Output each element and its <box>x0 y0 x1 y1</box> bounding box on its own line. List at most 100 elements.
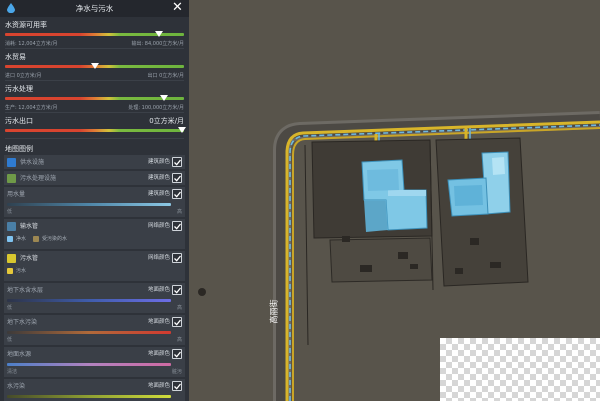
legend-mode: 建筑颜色 <box>147 175 170 181</box>
debris <box>410 264 418 269</box>
legend-swatch <box>7 158 16 167</box>
legend-row-water-facility[interactable]: 供水设施 建筑颜色 <box>4 155 185 169</box>
legend-gradient <box>7 203 171 206</box>
debris <box>455 268 463 274</box>
checkmark-icon <box>174 159 181 166</box>
water-drop-icon <box>7 3 15 13</box>
close-icon[interactable]: ✕ <box>171 1 184 15</box>
metric-marker <box>178 127 187 133</box>
metric-marker <box>90 63 99 69</box>
checkmark-icon <box>174 255 181 262</box>
metric-bar <box>5 31 184 37</box>
checkmark-icon <box>174 191 181 198</box>
legend-gradient <box>7 363 171 366</box>
legend-checkbox[interactable] <box>172 189 182 199</box>
legend-swatch <box>7 174 16 183</box>
legend-row-groundwater-pollution[interactable]: 地下水污染 地面颜色 低 高 <box>4 315 185 345</box>
legend-checkbox[interactable] <box>172 253 182 263</box>
legend-checkbox[interactable] <box>172 285 182 295</box>
legend-label: 地面水源 <box>7 351 32 358</box>
metric-sewage-export: 污水出口 0立方米/月 <box>5 113 187 139</box>
legend-label: 污水管 <box>20 255 39 262</box>
legend-mode: 建筑颜色 <box>147 191 170 197</box>
legend-swatch <box>7 254 16 263</box>
legend-title: 地图图例 <box>5 145 33 153</box>
legend-gradient <box>7 299 171 302</box>
metric-right-sub: 输出: 84,000立方米/月 <box>131 41 184 47</box>
metric-water-availability: 水资源可用率 消耗: 12,004立方米/月 输出: 84,000立方米/月 <box>5 17 184 49</box>
checkmark-icon <box>174 319 181 326</box>
metric-marker <box>154 31 163 37</box>
lot-left-back <box>329 237 433 283</box>
legend-low: 低 <box>7 305 13 311</box>
legend-item: 污水 <box>16 268 27 274</box>
metric-sewage-treatment: 污水处理 生产: 12,004立方米/月 处理: 100,000立方米/月 <box>5 81 184 113</box>
legend-label: 污水处理设施 <box>20 175 57 182</box>
legend-gradient <box>7 395 171 398</box>
legend-row-water-pollution[interactable]: 水污染 地面颜色 <box>4 379 185 401</box>
metric-right-sub: 处理: 100,000立方米/月 <box>128 105 184 111</box>
legend-checkbox[interactable] <box>172 381 182 391</box>
checkmark-icon <box>174 175 181 182</box>
clean-water-swatch <box>7 235 13 242</box>
legend-row-water-usage[interactable]: 用水量 建筑颜色 低 高 <box>4 187 185 217</box>
legend-low: 低 <box>7 337 13 343</box>
legend-gradient <box>7 331 171 334</box>
legend-row-surface-water[interactable]: 地面水源 地面颜色 清洁 脏污 <box>4 347 185 377</box>
legend-low: 低 <box>7 209 13 215</box>
legend-mode: 网络颜色 <box>147 223 170 229</box>
metric-value: 0立方米/月 <box>149 117 184 125</box>
metric-left-sub: 消耗: 12,004立方米/月 <box>5 41 58 47</box>
metric-left-sub: 进口 0立方米/月 <box>5 73 42 79</box>
legend-low: 清洁 <box>7 369 18 375</box>
legend-row-sewage-pipe[interactable]: 污水管 网络颜色 污水 <box>4 251 185 281</box>
panel-title: 净水与污水 <box>75 4 114 13</box>
legend-label: 供水设施 <box>20 159 45 166</box>
legend-row-water-pipe[interactable]: 输水管 网络颜色 净水 受污染的水 <box>4 219 185 249</box>
legend-high: 脏污 <box>171 369 182 375</box>
legend-label: 地下水污染 <box>7 319 38 326</box>
metric-marker <box>160 95 169 101</box>
legend-mode: 地面颜色 <box>147 319 170 325</box>
debris <box>342 236 350 242</box>
metric-water-trade: 水贸易 进口 0立方米/月 出口 0立方米/月 <box>5 49 184 81</box>
legend-mode: 地面颜色 <box>147 351 170 357</box>
metric-label: 污水处理 <box>5 85 33 93</box>
metric-label: 水资源可用率 <box>5 21 47 29</box>
debris <box>360 265 372 272</box>
legend-row-sewage-facility[interactable]: 污水处理设施 建筑颜色 <box>4 171 185 185</box>
legend-item: 净水 <box>16 236 27 242</box>
legend-label: 输水管 <box>20 223 39 230</box>
legend-label: 地下水含水层 <box>7 287 44 294</box>
legend-mode: 网络颜色 <box>147 255 170 261</box>
checkmark-icon <box>174 351 181 358</box>
metric-bar <box>5 63 184 69</box>
street-name-label: 高丽街 <box>269 299 279 324</box>
legend-row-groundwater[interactable]: 地下水含水层 地面颜色 低 高 <box>4 283 185 313</box>
legend-checkbox[interactable] <box>172 221 182 231</box>
legend-high: 高 <box>176 337 182 343</box>
checkmark-icon <box>174 383 181 390</box>
metric-label: 污水出口 <box>5 117 33 125</box>
sewage-swatch <box>7 267 13 274</box>
metric-right-sub: 出口 0立方米/月 <box>147 73 184 79</box>
legend-mode: 建筑颜色 <box>147 159 170 165</box>
legend-swatch <box>7 222 16 231</box>
legend-label: 用水量 <box>7 191 26 198</box>
legend-checkbox[interactable] <box>172 173 182 183</box>
legend-high: 高 <box>176 209 182 215</box>
legend-checkbox[interactable] <box>172 349 182 359</box>
legend-label: 水污染 <box>7 383 26 390</box>
legend-item: 受污染的水 <box>42 236 68 242</box>
debris <box>398 252 408 259</box>
debris <box>470 238 479 245</box>
metric-label: 水贸易 <box>5 53 26 61</box>
legend-high: 高 <box>176 305 182 311</box>
metric-bar <box>5 95 184 101</box>
debris <box>490 262 501 268</box>
legend-checkbox[interactable] <box>172 317 182 327</box>
checkmark-icon <box>174 287 181 294</box>
legend-checkbox[interactable] <box>172 157 182 167</box>
metric-left-sub: 生产: 12,004立方米/月 <box>5 105 58 111</box>
tree <box>198 288 206 296</box>
